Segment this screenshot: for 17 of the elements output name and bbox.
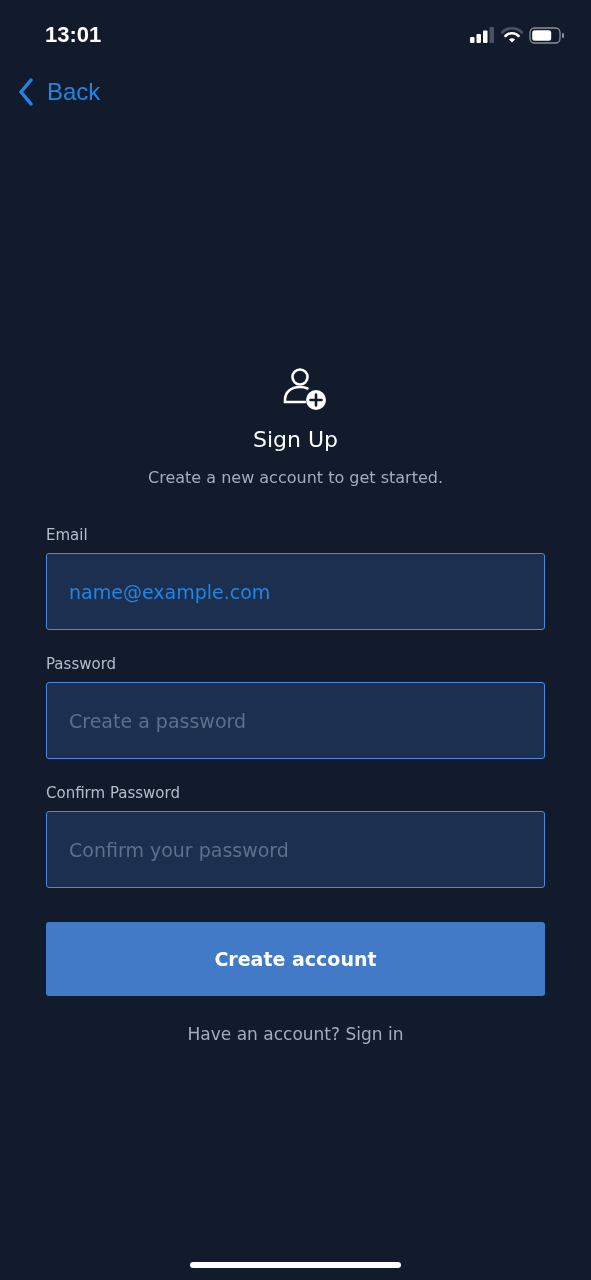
subtitle-text: Create a new account to get started.: [148, 467, 443, 489]
input-field[interactable]: name@example.com: [46, 553, 545, 630]
wifi-icon: [501, 27, 523, 43]
page-title: Sign Up: [252, 426, 338, 454]
input-field[interactable]: Create a password: [46, 682, 545, 759]
field-label: Email: [46, 525, 89, 545]
input-field[interactable]: Confirm your password: [46, 811, 545, 888]
create-account-button[interactable]: Create account: [46, 922, 545, 996]
sign-in-link[interactable]: Have an account? Sign in: [187, 1022, 404, 1046]
field-label: Confirm Password: [46, 783, 181, 803]
chevron-left-icon: [18, 78, 34, 106]
add-user-icon: [281, 367, 328, 411]
battery-icon: [529, 26, 565, 44]
field-label: Password: [46, 654, 118, 674]
back-button[interactable]: Back: [18, 78, 101, 106]
signal-icon: [470, 27, 495, 43]
status-time: 13:01: [45, 22, 102, 48]
